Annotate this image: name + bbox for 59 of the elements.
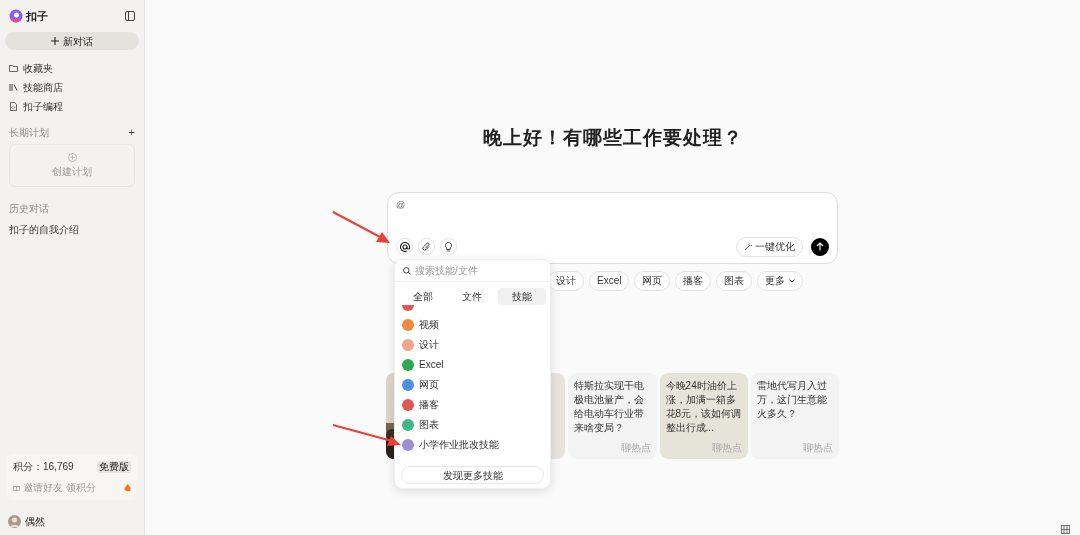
points-label: 积分：16,769 [13, 460, 74, 474]
arrow-up-icon [816, 242, 824, 251]
logo-icon [9, 9, 23, 23]
books-icon [9, 82, 18, 92]
at-icon [399, 241, 410, 252]
brand-name: 扣子 [26, 8, 48, 24]
annotation-arrow [332, 424, 402, 446]
skill-item[interactable]: 网页 [419, 380, 439, 390]
section-title: 历史对话 [8, 202, 50, 216]
card-text: 雷地代写月入过万，这门生意能火多久？ [756, 378, 828, 421]
input-text: @ [396, 200, 407, 210]
chevron-down-icon [789, 278, 796, 283]
add-circle-icon [67, 152, 77, 162]
greeting-heading: 晚上好！有哪些工作要处理？ [482, 125, 743, 150]
topic-card[interactable]: 雷地代写月入过万，这门生意能火多久？ 聊热点 [750, 372, 839, 459]
topic-card[interactable]: 特斯拉实现干电极电池量产，会给电动车行业带来啥变局？ 聊热点 [568, 372, 657, 459]
skill-search-field[interactable]: 搜索技能/文件 [415, 263, 540, 278]
add-icon[interactable]: + [128, 126, 135, 138]
card-text: 特斯拉实现干电极电池量产，会给电动车行业带来啥变局？ [574, 378, 646, 435]
plus-icon [51, 37, 59, 45]
filter-tab[interactable]: 技能 [498, 288, 546, 305]
skill-item[interactable]: 图表 [419, 420, 439, 430]
magic-wand-icon [744, 242, 752, 251]
skill-item[interactable]: 设计 [419, 340, 439, 350]
document-icon [9, 101, 18, 111]
history-item[interactable]: 扣子的自我介绍 [5, 222, 139, 236]
annotation-arrow [332, 211, 392, 244]
nav-item[interactable]: 收藏夹 [5, 60, 139, 76]
filter-tab[interactable]: 文件 [448, 288, 497, 305]
grid-icon[interactable] [1061, 525, 1070, 534]
skill-item[interactable]: 视频 [419, 320, 439, 330]
nav-item[interactable]: 扣子编程 [5, 98, 139, 114]
category-chip[interactable]: 图表 [716, 270, 753, 291]
new-chat-button[interactable]: 新对话 [5, 32, 139, 50]
lightbulb-icon [445, 241, 452, 252]
search-icon [403, 266, 411, 275]
section-title: 长期计划 [9, 125, 49, 140]
card-text: 今晚24时油价上涨，加满一箱多花8元，该如何调整出行成... [665, 378, 742, 435]
skill-item[interactable]: Excel [419, 360, 444, 370]
paperclip-icon [422, 241, 431, 252]
plan-badge: 免费版 [97, 460, 131, 473]
chat-input-box[interactable]: @ 一键优化 [387, 191, 838, 264]
filter-tab[interactable]: 全部 [399, 288, 447, 305]
category-chip[interactable]: 更多 [757, 270, 804, 291]
category-chip[interactable]: 播客 [675, 270, 712, 291]
skill-item[interactable]: 播客 [419, 400, 439, 410]
send-button[interactable] [811, 237, 829, 256]
folder-icon [9, 63, 18, 73]
category-chip[interactable]: Excel [589, 270, 630, 291]
skill-item[interactable]: 小学作业批改技能 [419, 440, 499, 450]
flame-icon [124, 483, 131, 492]
category-chip[interactable]: 网页 [634, 270, 671, 291]
card-tag: 聊热点 [803, 442, 833, 453]
card-tag: 聊热点 [620, 442, 651, 453]
nav-item[interactable]: 技能商店 [5, 79, 139, 95]
user-name: 偶然 [25, 515, 45, 529]
sidebar-toggle-icon[interactable] [125, 11, 135, 21]
create-plan-label: 创建计划 [52, 164, 92, 179]
gift-icon [13, 484, 20, 491]
